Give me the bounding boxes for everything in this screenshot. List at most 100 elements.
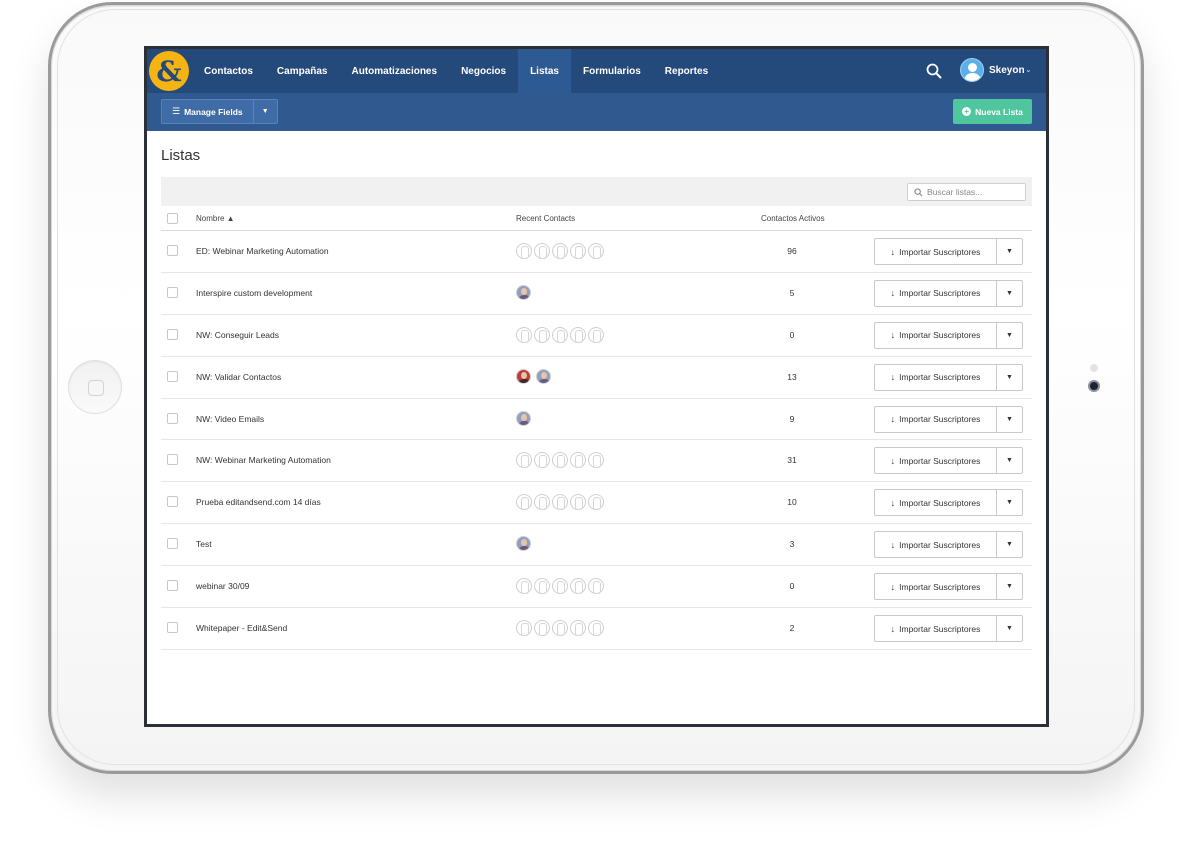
nav-item-formularios[interactable]: Formularios bbox=[571, 49, 653, 93]
row-checkbox[interactable] bbox=[167, 580, 178, 592]
list-name-link[interactable]: Interspire custom development bbox=[196, 288, 312, 298]
import-button-group: ↓ Importar Suscriptores ▼ bbox=[874, 405, 1023, 433]
list-name-link[interactable]: webinar 30/09 bbox=[196, 581, 249, 591]
row-actions-dropdown-toggle[interactable]: ▼ bbox=[997, 615, 1023, 643]
contact-placeholder-icon bbox=[534, 578, 550, 595]
download-arrow-icon: ↓ bbox=[890, 539, 896, 550]
brand-logo[interactable]: & bbox=[149, 51, 189, 91]
list-name-link[interactable]: NW: Video Emails bbox=[196, 414, 264, 424]
column-header-recent-contacts: Recent Contacts bbox=[516, 214, 576, 223]
manage-fields-dropdown-toggle[interactable]: ▼ bbox=[252, 99, 278, 124]
column-header-contactos-activos[interactable]: Contactos Activos bbox=[761, 214, 825, 223]
importar-suscriptores-button[interactable]: ↓ Importar Suscriptores bbox=[874, 321, 997, 349]
user-avatar-icon[interactable] bbox=[960, 58, 984, 82]
importar-suscriptores-label: Importar Suscriptores bbox=[899, 581, 981, 592]
recent-contacts bbox=[516, 284, 536, 301]
list-name-link[interactable]: Prueba editandsend.com 14 días bbox=[196, 497, 321, 507]
row-checkbox[interactable] bbox=[167, 622, 178, 634]
select-all-checkbox[interactable] bbox=[167, 213, 178, 224]
download-arrow-icon: ↓ bbox=[890, 288, 896, 299]
nav-item-negocios[interactable]: Negocios bbox=[449, 49, 518, 93]
list-name-link[interactable]: ED: Webinar Marketing Automation bbox=[196, 246, 329, 256]
tablet-home-button bbox=[68, 360, 122, 414]
importar-suscriptores-button[interactable]: ↓ Importar Suscriptores bbox=[874, 405, 997, 433]
list-name-link[interactable]: Test bbox=[196, 539, 212, 549]
importar-suscriptores-button[interactable]: ↓ Importar Suscriptores bbox=[874, 447, 997, 475]
lists-table-body: ED: Webinar Marketing Automation 96 ↓ Impor… bbox=[161, 231, 1032, 650]
nav-item-contactos[interactable]: Contactos bbox=[192, 49, 265, 93]
contact-placeholder-icon bbox=[588, 620, 604, 637]
row-checkbox[interactable] bbox=[167, 412, 178, 424]
importar-suscriptores-button[interactable]: ↓ Importar Suscriptores bbox=[874, 279, 997, 307]
row-checkbox[interactable] bbox=[167, 328, 178, 340]
importar-suscriptores-button[interactable]: ↓ Importar Suscriptores bbox=[874, 238, 997, 265]
row-checkbox[interactable] bbox=[167, 370, 178, 382]
row-actions-dropdown-toggle[interactable]: ▼ bbox=[997, 321, 1023, 349]
row-actions-dropdown-toggle[interactable]: ▼ bbox=[997, 279, 1023, 307]
contact-placeholder-icon bbox=[588, 243, 604, 259]
contact-placeholder-icon bbox=[570, 326, 586, 343]
caret-down-icon: ▼ bbox=[1006, 248, 1013, 255]
contact-placeholder-icon bbox=[552, 494, 568, 511]
contact-avatar[interactable] bbox=[516, 536, 531, 552]
row-actions-dropdown-toggle[interactable]: ▼ bbox=[997, 489, 1023, 517]
download-arrow-icon: ↓ bbox=[890, 581, 896, 592]
importar-suscriptores-button[interactable]: ↓ Importar Suscriptores bbox=[874, 489, 997, 517]
nav-item-reportes[interactable]: Reportes bbox=[653, 49, 720, 93]
row-checkbox[interactable] bbox=[167, 496, 178, 508]
contact-avatar[interactable] bbox=[516, 284, 531, 300]
contact-placeholder-icon bbox=[516, 578, 532, 595]
contact-placeholder-icon bbox=[570, 494, 586, 511]
nav-item-automatizaciones[interactable]: Automatizaciones bbox=[339, 49, 449, 93]
search-box[interactable] bbox=[907, 183, 1026, 201]
row-actions-dropdown-toggle[interactable]: ▼ bbox=[997, 573, 1023, 601]
caret-down-icon: ▼ bbox=[1006, 457, 1013, 465]
list-name-link[interactable]: NW: Webinar Marketing Automation bbox=[196, 455, 331, 465]
tablet-screen: & Contactos Campañas Automatizaciones Negoc… bbox=[144, 46, 1049, 727]
row-actions-dropdown-toggle[interactable]: ▼ bbox=[997, 238, 1023, 265]
importar-suscriptores-button[interactable]: ↓ Importar Suscriptores bbox=[874, 573, 997, 601]
row-checkbox[interactable] bbox=[167, 245, 178, 256]
nav-item-campanas[interactable]: Campañas bbox=[265, 49, 340, 93]
contact-placeholder-icon bbox=[570, 620, 586, 637]
manage-fields-button[interactable]: ☰ Manage Fields bbox=[161, 99, 253, 124]
importar-suscriptores-button[interactable]: ↓ Importar Suscriptores bbox=[874, 531, 997, 559]
importar-suscriptores-button[interactable]: ↓ Importar Suscriptores bbox=[874, 363, 997, 391]
import-button-group: ↓ Importar Suscriptores ▼ bbox=[874, 531, 1023, 559]
row-actions-dropdown-toggle[interactable]: ▼ bbox=[997, 405, 1023, 433]
row-actions-dropdown-toggle[interactable]: ▼ bbox=[997, 531, 1023, 559]
search-lists-input[interactable] bbox=[927, 187, 1017, 197]
importar-suscriptores-label: Importar Suscriptores bbox=[899, 288, 981, 299]
importar-suscriptores-button[interactable]: ↓ Importar Suscriptores bbox=[874, 615, 997, 643]
search-icon[interactable] bbox=[926, 63, 942, 79]
active-contacts-count: 2 bbox=[789, 623, 795, 634]
chevron-down-icon[interactable]: ⌄ bbox=[1025, 65, 1032, 74]
list-name-link[interactable]: Whitepaper - Edit&Send bbox=[196, 623, 287, 633]
recent-contacts bbox=[516, 410, 536, 427]
contact-placeholder-icon bbox=[516, 452, 532, 469]
nav-item-listas[interactable]: Listas bbox=[518, 49, 571, 93]
list-name-link[interactable]: NW: Validar Contactos bbox=[196, 372, 281, 382]
contact-placeholder-icon bbox=[516, 326, 532, 343]
import-button-group: ↓ Importar Suscriptores ▼ bbox=[874, 489, 1023, 517]
importar-suscriptores-label: Importar Suscriptores bbox=[899, 372, 981, 383]
download-arrow-icon: ↓ bbox=[890, 246, 896, 257]
nueva-lista-button[interactable]: + Nueva Lista bbox=[953, 99, 1032, 124]
table-row: Prueba editandsend.com 14 días 10 ↓ Importa… bbox=[161, 482, 1032, 525]
contact-avatar[interactable] bbox=[516, 410, 531, 426]
row-checkbox[interactable] bbox=[167, 538, 178, 550]
contact-avatar[interactable] bbox=[536, 368, 551, 384]
row-actions-dropdown-toggle[interactable]: ▼ bbox=[997, 447, 1023, 475]
row-checkbox[interactable] bbox=[167, 286, 178, 298]
column-header-nombre[interactable]: Nombre ▲ bbox=[196, 214, 235, 223]
row-checkbox[interactable] bbox=[167, 454, 178, 466]
recent-contacts bbox=[516, 578, 606, 595]
caret-down-icon: ▼ bbox=[261, 108, 269, 115]
contact-avatar[interactable] bbox=[516, 368, 531, 384]
user-name[interactable]: Skeyon bbox=[989, 65, 1025, 76]
import-button-group: ↓ Importar Suscriptores ▼ bbox=[874, 238, 1023, 265]
contact-placeholder-icon bbox=[534, 452, 550, 469]
download-arrow-icon: ↓ bbox=[890, 330, 896, 341]
list-name-link[interactable]: NW: Conseguir Leads bbox=[196, 330, 279, 340]
row-actions-dropdown-toggle[interactable]: ▼ bbox=[997, 363, 1023, 391]
